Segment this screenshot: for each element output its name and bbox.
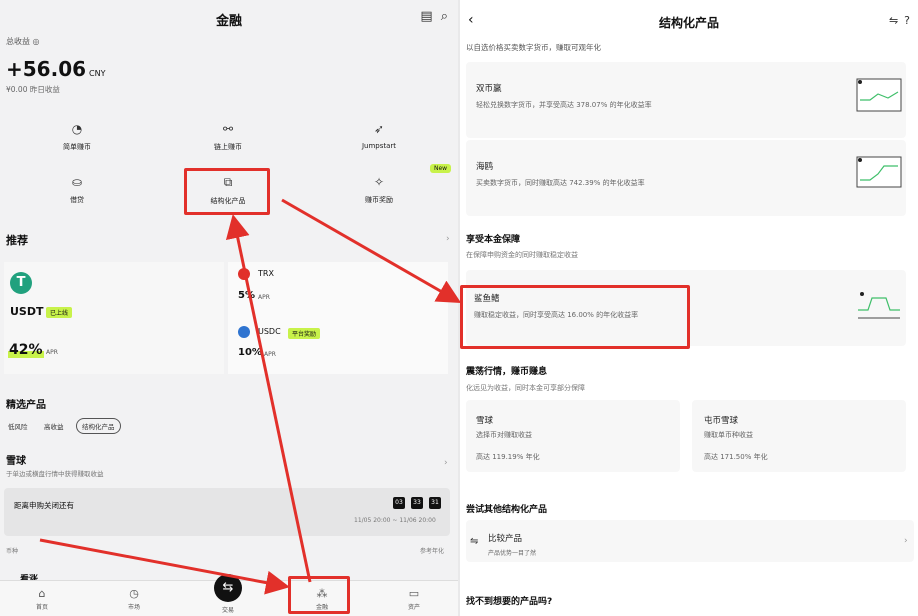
arrow-grid-to-shark-fin — [281, 198, 462, 303]
screenshot-root: 金融 ▤ ⌕ 总收益 ◎ +56.06 CNY ¥0.00 昨日收益 ◔ 简单赚币… — [0, 0, 918, 616]
arrow-to-finance-nav — [39, 538, 290, 595]
arrow-nav-to-grid — [225, 214, 312, 583]
annotation-arrows — [39, 198, 462, 595]
